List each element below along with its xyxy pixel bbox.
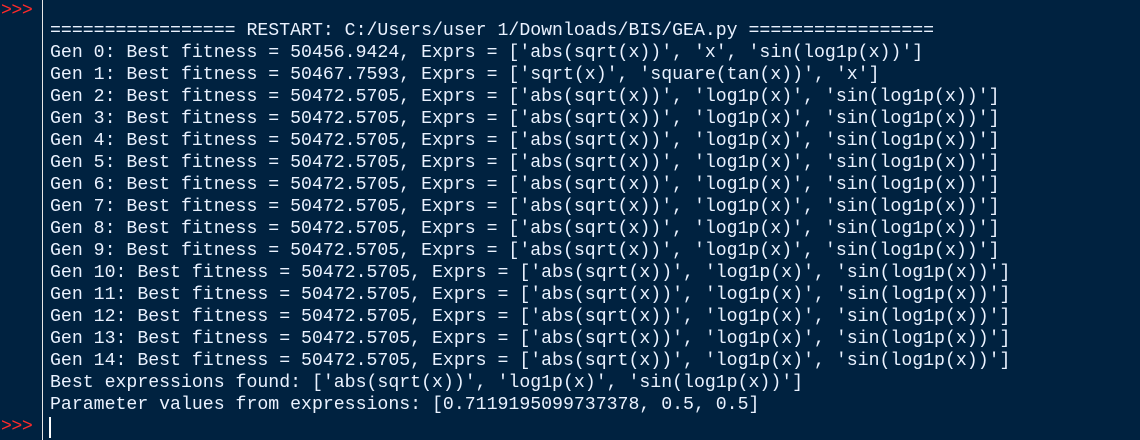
output-line: Gen 1: Best fitness = 50467.7593, Exprs … <box>50 65 880 85</box>
output-line: Gen 9: Best fitness = 50472.5705, Exprs … <box>50 241 1000 261</box>
shell-input-line[interactable] <box>43 416 1133 438</box>
text-cursor <box>49 417 51 438</box>
prompt-marker-previous: >>> <box>1 1 33 21</box>
output-line: Gen 11: Best fitness = 50472.5705, Exprs… <box>50 285 1011 305</box>
output-line: Gen 3: Best fitness = 50472.5705, Exprs … <box>50 109 1000 129</box>
output-line: Gen 14: Best fitness = 50472.5705, Exprs… <box>50 351 1011 371</box>
shell-text-area[interactable]: ================= RESTART: C:/Users/user… <box>42 0 1140 440</box>
output-line: Gen 10: Best fitness = 50472.5705, Exprs… <box>50 263 1011 283</box>
prompt-marker-current: >>> <box>1 417 33 437</box>
output-line: ================= RESTART: C:/Users/user… <box>50 21 935 41</box>
output-line: Gen 12: Best fitness = 50472.5705, Exprs… <box>50 307 1011 327</box>
output-line: Gen 8: Best fitness = 50472.5705, Exprs … <box>50 219 1000 239</box>
shell-output: ================= RESTART: C:/Users/user… <box>50 20 1010 416</box>
output-line: Gen 0: Best fitness = 50456.9424, Exprs … <box>50 43 924 63</box>
output-line: Best expressions found: ['abs(sqrt(x))',… <box>50 373 804 393</box>
output-line: Gen 13: Best fitness = 50472.5705, Exprs… <box>50 329 1011 349</box>
output-line: Gen 4: Best fitness = 50472.5705, Exprs … <box>50 131 1000 151</box>
output-line: Gen 6: Best fitness = 50472.5705, Exprs … <box>50 175 1000 195</box>
python-shell-window: >>> >>> ================= RESTART: C:/Us… <box>0 0 1140 440</box>
output-line: Gen 5: Best fitness = 50472.5705, Exprs … <box>50 153 1000 173</box>
output-line: Parameter values from expressions: [0.71… <box>50 395 760 415</box>
output-line: Gen 7: Best fitness = 50472.5705, Exprs … <box>50 197 1000 217</box>
prompt-gutter: >>> >>> <box>0 0 42 440</box>
output-line: Gen 2: Best fitness = 50472.5705, Exprs … <box>50 87 1000 107</box>
